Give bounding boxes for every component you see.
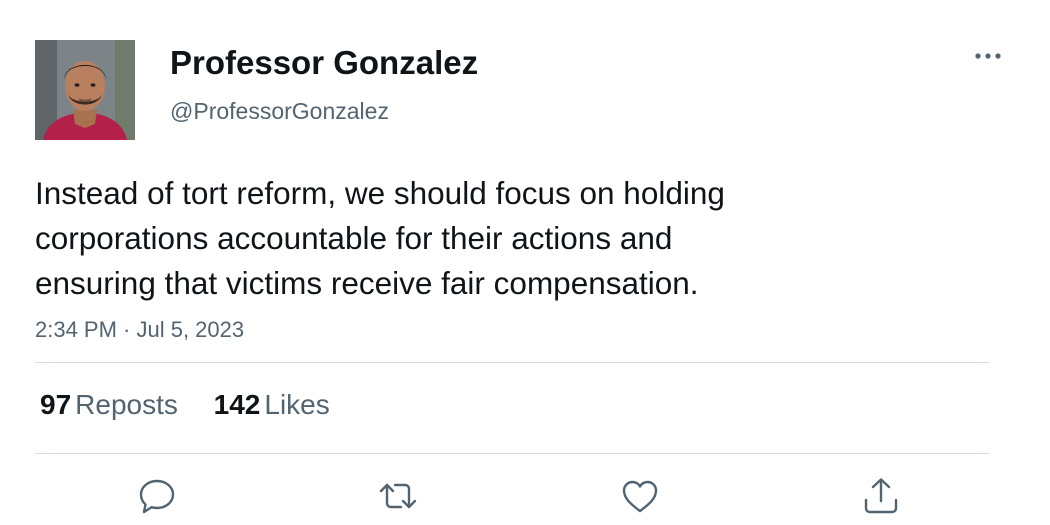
likes-count: 142 <box>213 389 261 420</box>
divider <box>35 362 989 363</box>
user-handle[interactable]: @ProfessorGonzalez <box>170 96 389 126</box>
more-icon[interactable] <box>972 44 1004 68</box>
tweet-line: corporations accountable for their actio… <box>35 220 673 256</box>
like-icon[interactable] <box>618 474 662 518</box>
tweet-text: Instead of tort reform, we should focus … <box>35 171 935 306</box>
reposts-label: Reposts <box>75 389 178 420</box>
engagement-stats: 97 Reposts 142 Likes <box>40 388 358 422</box>
display-name[interactable]: Professor Gonzalez <box>170 41 478 85</box>
reposts-stat[interactable]: 97 Reposts <box>40 388 178 422</box>
divider <box>35 453 989 454</box>
likes-stat[interactable]: 142 Likes <box>214 388 330 422</box>
reposts-count: 97 <box>40 389 72 420</box>
timestamp[interactable]: 2:34 PM · Jul 5, 2023 <box>35 316 244 344</box>
tweet-line: ensuring that victims receive fair compe… <box>35 265 699 301</box>
likes-label: Likes <box>264 389 330 420</box>
avatar[interactable] <box>35 40 135 140</box>
reply-icon[interactable] <box>135 474 179 518</box>
share-icon[interactable] <box>859 474 903 518</box>
avatar-photo <box>35 40 135 140</box>
tweet-line: Instead of tort reform, we should focus … <box>35 175 725 211</box>
repost-icon[interactable] <box>376 474 420 518</box>
